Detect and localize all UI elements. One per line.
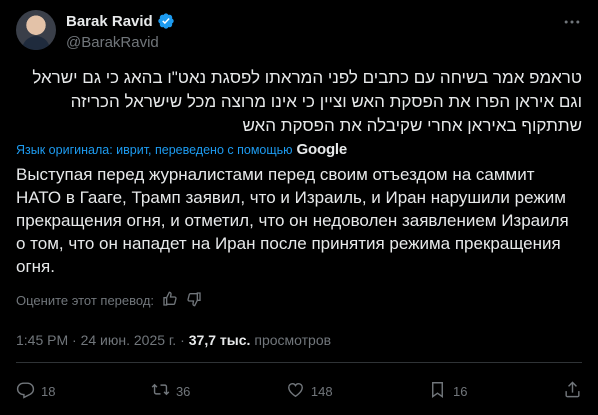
thumbs-up-icon[interactable] bbox=[162, 291, 178, 310]
verified-badge-icon[interactable] bbox=[157, 12, 175, 30]
reply-count: 18 bbox=[41, 383, 56, 399]
translation-note[interactable]: Язык оригинала: иврит, переведено с помо… bbox=[16, 141, 347, 158]
translation-rating: Оцените этот перевод: bbox=[16, 291, 202, 310]
like-icon bbox=[286, 380, 305, 402]
repost-button[interactable]: 36 bbox=[151, 380, 190, 402]
share-button[interactable] bbox=[563, 380, 582, 402]
divider bbox=[16, 362, 582, 363]
bookmark-button[interactable]: 16 bbox=[428, 380, 468, 402]
author-name[interactable]: Barak Ravid bbox=[66, 13, 153, 30]
author-handle[interactable]: @BarakRavid bbox=[66, 34, 159, 51]
tweet-timestamp[interactable]: 1:45 PM · 24 июн. 2025 г. · bbox=[16, 332, 185, 348]
avatar[interactable] bbox=[16, 10, 56, 50]
thumbs-down-icon[interactable] bbox=[186, 291, 202, 310]
share-icon bbox=[563, 380, 582, 402]
action-bar: 18 36 148 16 bbox=[16, 378, 582, 404]
repost-icon bbox=[151, 380, 170, 402]
tweet-meta: 1:45 PM · 24 июн. 2025 г. · 37,7 тыс. пр… bbox=[16, 332, 331, 348]
translation-provider: Google bbox=[296, 141, 348, 158]
bookmark-count: 16 bbox=[453, 383, 468, 399]
bookmark-icon bbox=[428, 380, 447, 402]
more-icon[interactable] bbox=[562, 12, 582, 32]
like-button[interactable]: 148 bbox=[286, 380, 333, 402]
reply-icon bbox=[16, 380, 35, 402]
views-count: 37,7 тыс. bbox=[188, 332, 251, 348]
tweet-header: Barak Ravid @BarakRavid bbox=[16, 10, 582, 54]
translation-note-text[interactable]: Язык оригинала: иврит, переведено с помо… bbox=[16, 143, 293, 157]
author-name-row: Barak Ravid bbox=[66, 12, 175, 30]
repost-count: 36 bbox=[175, 383, 191, 399]
tweet-original-text: טראמפ אמר בשיחה עם כתבים לפני המראתו לפס… bbox=[32, 68, 582, 135]
like-count: 148 bbox=[310, 383, 333, 399]
tweet-translated-text: Выступая перед журналистами перед своим … bbox=[16, 165, 569, 276]
views-label: просмотров bbox=[254, 332, 332, 348]
rate-prompt: Оцените этот перевод: bbox=[16, 293, 155, 308]
reply-button[interactable]: 18 bbox=[16, 380, 55, 402]
